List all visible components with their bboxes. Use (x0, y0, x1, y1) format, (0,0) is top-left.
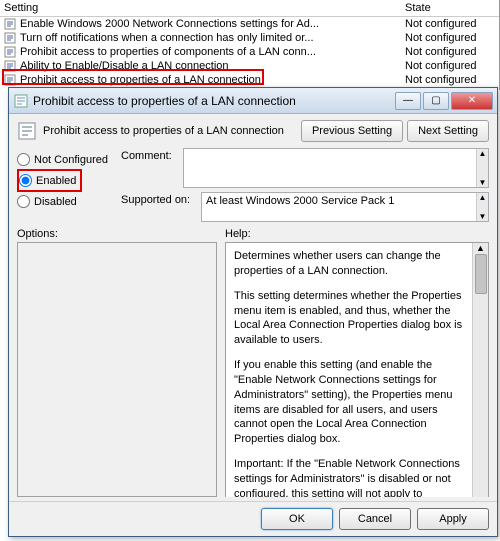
list-row[interactable]: Turn off notifications when a connection… (0, 31, 499, 45)
radio-disabled[interactable]: Disabled (17, 195, 121, 208)
policy-icon (4, 18, 18, 30)
col-state-header[interactable]: State (405, 2, 495, 14)
policy-large-icon (17, 121, 37, 141)
next-setting-button[interactable]: Next Setting (407, 120, 489, 142)
options-pane: Options: (17, 228, 217, 497)
maximize-button[interactable]: ▢ (423, 92, 449, 110)
scroll-up-icon[interactable]: ▲ (476, 243, 485, 253)
policy-icon (4, 32, 18, 44)
supported-value: At least Windows 2000 Service Pack 1 (206, 195, 394, 207)
list-item-label: Prohibit access to properties of compone… (20, 46, 405, 58)
policy-list[interactable]: Setting State Enable Windows 2000 Networ… (0, 0, 500, 90)
list-row[interactable]: Enable Windows 2000 Network Connections … (0, 17, 499, 31)
cancel-button[interactable]: Cancel (339, 508, 411, 530)
window-icon (13, 93, 29, 109)
list-item-state: Not configured (405, 32, 495, 44)
titlebar[interactable]: Prohibit access to properties of a LAN c… (9, 88, 497, 114)
options-label: Options: (17, 228, 217, 240)
comment-label: Comment: (121, 148, 183, 162)
list-row[interactable]: Prohibit access to properties of compone… (0, 45, 499, 59)
list-item-state: Not configured (405, 74, 495, 86)
dialog-button-row: OK Cancel Apply (9, 501, 497, 536)
apply-button[interactable]: Apply (417, 508, 489, 530)
list-item-label: Enable Windows 2000 Network Connections … (20, 18, 405, 30)
minimize-button[interactable]: — (395, 92, 421, 110)
list-item-label: Prohibit access to properties of a LAN c… (20, 74, 405, 86)
scrollbar[interactable]: ▲ ▼ (472, 243, 488, 497)
options-body (17, 242, 217, 497)
list-header: Setting State (0, 0, 499, 17)
list-item-label: Ability to Enable/Disable a LAN connecti… (20, 60, 405, 72)
scroll-down-icon[interactable]: ▼ (479, 212, 487, 221)
policy-dialog: Prohibit access to properties of a LAN c… (8, 87, 498, 537)
list-row[interactable]: Prohibit access to properties of a LAN c… (0, 73, 499, 87)
help-text[interactable]: Determines whether users can change the … (226, 243, 472, 497)
scroll-down-icon[interactable]: ▼ (479, 178, 487, 187)
help-pane: Determines whether users can change the … (225, 242, 489, 497)
policy-icon (4, 60, 18, 72)
list-item-state: Not configured (405, 46, 495, 58)
previous-setting-button[interactable]: Previous Setting (301, 120, 403, 142)
list-item-label: Turn off notifications when a connection… (20, 32, 405, 44)
ok-button[interactable]: OK (261, 508, 333, 530)
scroll-up-icon[interactable]: ▲ (479, 149, 487, 158)
policy-name: Prohibit access to properties of a LAN c… (43, 125, 284, 137)
help-label: Help: (225, 228, 489, 240)
close-button[interactable]: ✕ (451, 92, 493, 110)
state-radio-group: Not Configured Enabled Disabled (17, 148, 121, 222)
policy-icon (4, 74, 18, 86)
scroll-up-icon[interactable]: ▲ (479, 193, 487, 202)
window-title: Prohibit access to properties of a LAN c… (33, 94, 393, 108)
supported-on-box: At least Windows 2000 Service Pack 1 ▲▼ (201, 192, 489, 222)
supported-label: Supported on: (121, 192, 201, 206)
scrollbar[interactable]: ▲▼ (476, 193, 488, 221)
scrollbar[interactable]: ▲▼ (476, 149, 488, 187)
policy-icon (4, 46, 18, 58)
list-item-state: Not configured (405, 18, 495, 30)
col-setting-header[interactable]: Setting (4, 2, 405, 14)
scroll-thumb[interactable] (475, 254, 487, 294)
radio-not-configured[interactable]: Not Configured (17, 153, 121, 166)
list-item-state: Not configured (405, 60, 495, 72)
highlight-annotation: Enabled (17, 169, 82, 192)
comment-textarea[interactable]: ▲▼ (183, 148, 489, 188)
radio-enabled[interactable]: Enabled (19, 174, 76, 187)
list-row[interactable]: Ability to Enable/Disable a LAN connecti… (0, 59, 499, 73)
